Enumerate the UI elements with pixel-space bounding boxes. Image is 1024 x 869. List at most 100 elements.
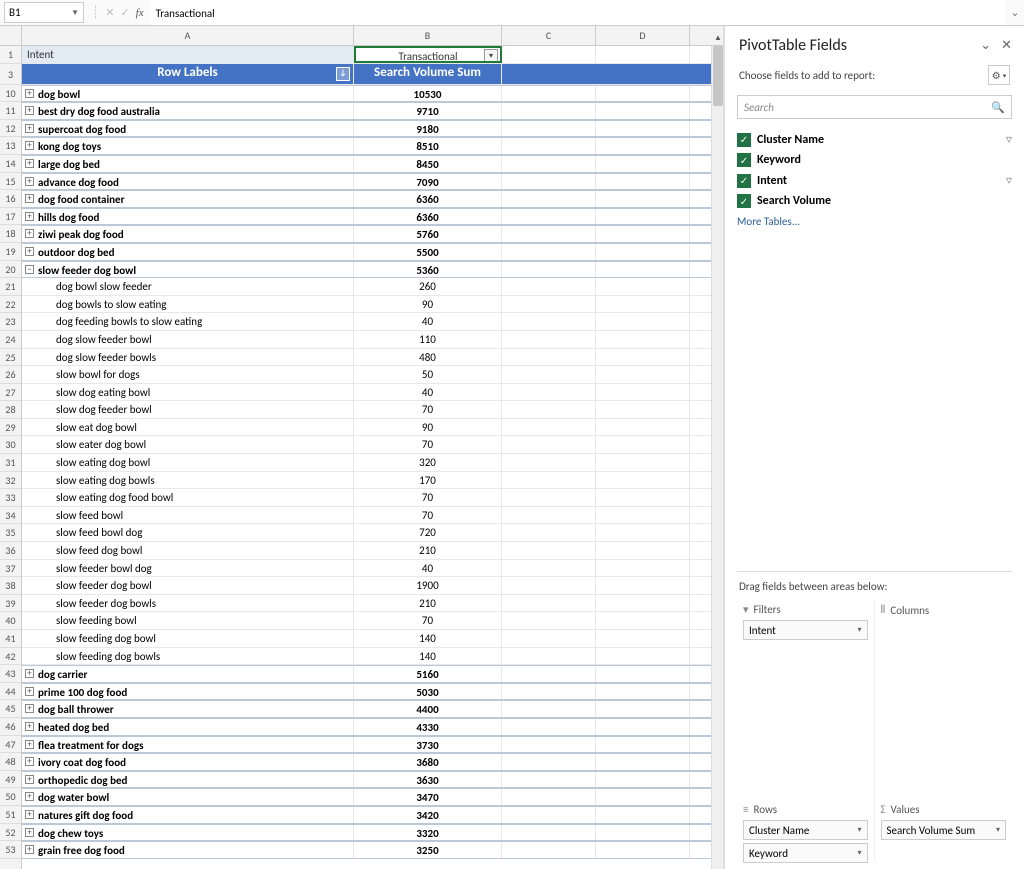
pivot-row-value[interactable]: 70 bbox=[354, 436, 502, 453]
pivot-child-row[interactable]: slow feeding dog bowl140 bbox=[22, 630, 723, 648]
pivot-row-value[interactable]: 70 bbox=[354, 507, 502, 524]
pivot-row-label[interactable]: dog bowl slow feeder bbox=[22, 278, 354, 295]
expand-icon[interactable]: + bbox=[25, 740, 34, 749]
expand-icon[interactable]: + bbox=[25, 792, 34, 801]
pivot-row-value[interactable]: 210 bbox=[354, 595, 502, 612]
pivot-row-value[interactable]: 170 bbox=[354, 472, 502, 489]
row-number[interactable]: 43 bbox=[0, 665, 21, 683]
row-number[interactable]: 23 bbox=[0, 313, 21, 331]
pivot-row-value[interactable]: 3680 bbox=[354, 754, 502, 770]
row-number[interactable]: 33 bbox=[0, 489, 21, 507]
pivot-parent-row[interactable]: +grain free dog food3250 bbox=[22, 841, 723, 859]
pivot-row-value[interactable]: 7090 bbox=[354, 174, 502, 190]
expand-icon[interactable]: + bbox=[25, 687, 34, 696]
pivot-row-label[interactable]: +outdoor dog bed bbox=[22, 244, 354, 260]
pivot-row-value[interactable]: 8510 bbox=[354, 138, 502, 154]
pivot-parent-row[interactable]: +natures gift dog food3420 bbox=[22, 806, 723, 824]
pivot-row-label[interactable]: slow eat dog bowl bbox=[22, 419, 354, 436]
field-item[interactable]: ✓Intent▿ bbox=[737, 170, 1012, 191]
row-number[interactable]: 3 bbox=[0, 64, 21, 85]
pivot-child-row[interactable]: slow feeding bowl70 bbox=[22, 612, 723, 630]
pivot-parent-row[interactable]: +flea treatment for dogs3730 bbox=[22, 736, 723, 754]
chevron-down-icon[interactable]: ▾ bbox=[857, 625, 861, 635]
pivot-child-row[interactable]: slow dog eating bowl40 bbox=[22, 384, 723, 402]
column-header-d[interactable]: D bbox=[596, 26, 690, 45]
funnel-icon[interactable]: ▿ bbox=[1006, 132, 1012, 147]
pivot-row-label[interactable]: +ivory coat dog food bbox=[22, 754, 354, 770]
formula-expand-icon[interactable]: ⌄ bbox=[1006, 0, 1024, 25]
pivot-row-label[interactable]: slow feeder bowl dog bbox=[22, 560, 354, 577]
pivot-row-value[interactable]: 140 bbox=[354, 630, 502, 647]
pivot-row-label[interactable]: −slow feeder dog bowl bbox=[22, 262, 354, 278]
checkbox-checked-icon[interactable]: ✓ bbox=[737, 133, 751, 147]
column-header-c[interactable]: C bbox=[502, 26, 596, 45]
row-number[interactable]: 34 bbox=[0, 507, 21, 525]
pivot-row-value[interactable]: 40 bbox=[354, 384, 502, 401]
pivot-row-value[interactable]: 50 bbox=[354, 366, 502, 383]
pivot-row-value[interactable]: 70 bbox=[354, 612, 502, 629]
pivot-row-value[interactable]: 5760 bbox=[354, 226, 502, 242]
panel-collapse-icon[interactable]: ⌄ bbox=[980, 38, 991, 53]
row-number[interactable]: 41 bbox=[0, 630, 21, 648]
pivot-row-label[interactable]: +large dog bed bbox=[22, 156, 354, 172]
row-labels-header[interactable]: Row Labels↓ bbox=[22, 64, 354, 84]
row-number[interactable]: 1 bbox=[0, 46, 21, 64]
pivot-row-label[interactable]: +orthopedic dog bed bbox=[22, 772, 354, 788]
pivot-parent-row[interactable]: +dog ball thrower4400 bbox=[22, 700, 723, 718]
pivot-row-value[interactable]: 3730 bbox=[354, 737, 502, 753]
row-number[interactable]: 46 bbox=[0, 718, 21, 736]
pivot-row-value[interactable]: 3470 bbox=[354, 789, 502, 805]
expand-icon[interactable]: + bbox=[25, 194, 34, 203]
pivot-parent-row[interactable]: +ivory coat dog food3680 bbox=[22, 753, 723, 771]
row-number[interactable]: 48 bbox=[0, 753, 21, 771]
pivot-parent-row[interactable]: +dog water bowl3470 bbox=[22, 788, 723, 806]
pivot-child-row[interactable]: slow feed bowl dog720 bbox=[22, 524, 723, 542]
pivot-parent-row[interactable]: +dog carrier5160 bbox=[22, 665, 723, 683]
pivot-child-row[interactable]: slow eat dog bowl90 bbox=[22, 419, 723, 437]
pivot-row-label[interactable]: slow bowl for dogs bbox=[22, 366, 354, 383]
rows-area[interactable]: ≡Rows Cluster Name▾Keyword▾ bbox=[737, 799, 875, 861]
row-number[interactable]: 37 bbox=[0, 560, 21, 578]
pivot-row-value[interactable]: 70 bbox=[354, 401, 502, 418]
pivot-row-label[interactable]: slow feeding dog bowl bbox=[22, 630, 354, 647]
pivot-parent-row[interactable]: +dog bowl10530 bbox=[22, 85, 723, 103]
pivot-row-value[interactable]: 90 bbox=[354, 296, 502, 313]
pivot-row-label[interactable]: slow dog eating bowl bbox=[22, 384, 354, 401]
pivot-row-value[interactable]: 720 bbox=[354, 524, 502, 541]
pivot-child-row[interactable]: slow dog feeder bowl70 bbox=[22, 401, 723, 419]
pivot-row-label[interactable]: slow eating dog bowl bbox=[22, 454, 354, 471]
pivot-row-value[interactable]: 140 bbox=[354, 648, 502, 665]
pivot-row-value[interactable]: 6360 bbox=[354, 209, 502, 225]
pivot-row-label[interactable]: slow feed bowl bbox=[22, 507, 354, 524]
panel-close-icon[interactable]: ✕ bbox=[1001, 38, 1012, 53]
values-area[interactable]: ΣValues Search Volume Sum▾ bbox=[875, 799, 1013, 861]
name-box[interactable]: B1 ▼ bbox=[4, 2, 84, 23]
pivot-row-value[interactable]: 5360 bbox=[354, 262, 502, 278]
row-number[interactable]: 31 bbox=[0, 454, 21, 472]
expand-icon[interactable]: + bbox=[25, 775, 34, 784]
expand-icon[interactable]: + bbox=[25, 704, 34, 713]
pivot-child-row[interactable]: dog slow feeder bowl110 bbox=[22, 331, 723, 349]
row-number[interactable]: 27 bbox=[0, 384, 21, 402]
pivot-row-value[interactable]: 3320 bbox=[354, 825, 502, 841]
pivot-row-label[interactable]: slow feeder dog bowl bbox=[22, 577, 354, 594]
pivot-child-row[interactable]: slow feeder dog bowl1900 bbox=[22, 577, 723, 595]
pivot-row-label[interactable]: dog slow feeder bowls bbox=[22, 349, 354, 366]
chevron-down-icon[interactable]: ▾ bbox=[996, 825, 1000, 835]
row-number[interactable]: 13 bbox=[0, 137, 21, 155]
pivot-child-row[interactable]: slow eating dog bowl320 bbox=[22, 454, 723, 472]
more-tables-link[interactable]: More Tables... bbox=[737, 211, 1012, 228]
row-number[interactable]: 49 bbox=[0, 771, 21, 789]
pivot-parent-row[interactable]: +outdoor dog bed5500 bbox=[22, 243, 723, 261]
pivot-row-value[interactable]: 90 bbox=[354, 419, 502, 436]
pivot-row-value[interactable]: 5030 bbox=[354, 684, 502, 700]
chevron-down-icon[interactable]: ▾ bbox=[857, 848, 861, 858]
pivot-row-label[interactable]: +natures gift dog food bbox=[22, 807, 354, 823]
pivot-row-label[interactable]: dog feeding bowls to slow eating bbox=[22, 313, 354, 330]
expand-icon[interactable]: + bbox=[25, 845, 34, 854]
expand-icon[interactable]: + bbox=[25, 89, 34, 98]
pivot-child-row[interactable]: slow feed dog bowl210 bbox=[22, 542, 723, 560]
scroll-thumb[interactable] bbox=[713, 46, 723, 106]
pivot-row-value[interactable]: 320 bbox=[354, 454, 502, 471]
pivot-row-label[interactable]: slow feed dog bowl bbox=[22, 542, 354, 559]
